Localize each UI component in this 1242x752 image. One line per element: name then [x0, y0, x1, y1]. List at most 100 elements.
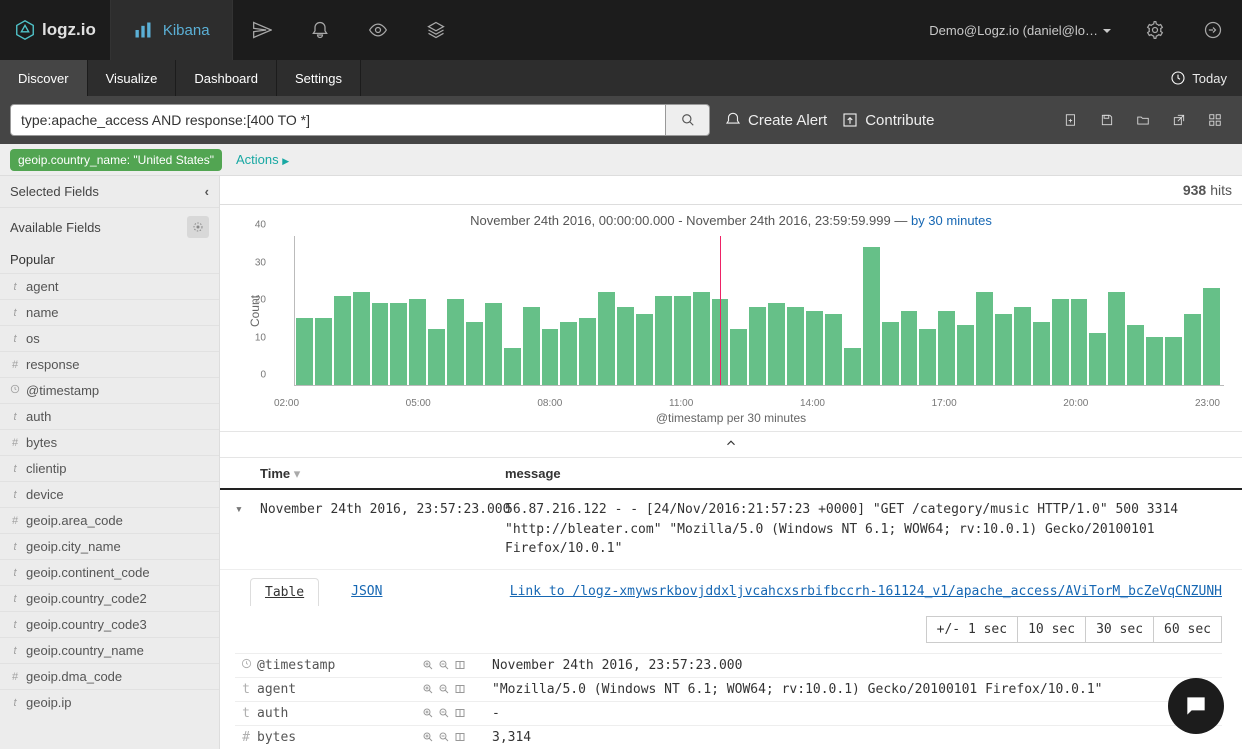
- bar[interactable]: [1146, 337, 1163, 385]
- bar[interactable]: [919, 329, 936, 385]
- sec-1[interactable]: +/- 1 sec: [926, 616, 1018, 643]
- bar[interactable]: [542, 329, 559, 385]
- field-bytes[interactable]: #bytes: [0, 429, 219, 455]
- bar[interactable]: [1108, 292, 1125, 385]
- bar[interactable]: [353, 292, 370, 385]
- bar[interactable]: [655, 296, 672, 385]
- bar[interactable]: [901, 311, 918, 386]
- sort-icon[interactable]: ▾: [294, 466, 301, 481]
- bar[interactable]: [409, 299, 426, 385]
- send-icon[interactable]: [233, 0, 291, 60]
- tab-json[interactable]: JSON: [337, 578, 396, 605]
- bar[interactable]: [296, 318, 313, 385]
- field-geoip.dma_code[interactable]: #geoip.dma_code: [0, 663, 219, 689]
- grid-icon[interactable]: [1208, 113, 1222, 127]
- search-button[interactable]: [666, 104, 710, 136]
- bar[interactable]: [598, 292, 615, 385]
- bar[interactable]: [1127, 325, 1144, 385]
- create-alert-button[interactable]: Create Alert: [724, 111, 827, 129]
- bar[interactable]: [315, 318, 332, 385]
- bar[interactable]: [825, 314, 842, 385]
- chat-widget[interactable]: [1168, 678, 1224, 734]
- bar[interactable]: [863, 247, 880, 385]
- bar[interactable]: [693, 292, 710, 385]
- field-geoip.continent_code[interactable]: tgeoip.continent_code: [0, 559, 219, 585]
- bar[interactable]: [466, 322, 483, 385]
- nav-discover[interactable]: Discover: [0, 60, 88, 96]
- sec-60[interactable]: 60 sec: [1154, 616, 1222, 643]
- bar[interactable]: [995, 314, 1012, 385]
- field-geoip.ip[interactable]: tgeoip.ip: [0, 689, 219, 715]
- bar[interactable]: [617, 307, 634, 385]
- bar[interactable]: [372, 303, 389, 385]
- logo[interactable]: logz.io: [0, 19, 110, 41]
- field-device[interactable]: tdevice: [0, 481, 219, 507]
- doc-permalink[interactable]: Link to /logz-xmywsrkbovjddxljvcahcxsrbi…: [510, 584, 1222, 599]
- logout-icon[interactable]: [1184, 0, 1242, 60]
- field-geoip.country_code3[interactable]: tgeoip.country_code3: [0, 611, 219, 637]
- bar[interactable]: [428, 329, 445, 385]
- bar[interactable]: [1071, 299, 1088, 385]
- nav-settings[interactable]: Settings: [277, 60, 361, 96]
- sec-30[interactable]: 30 sec: [1086, 616, 1154, 643]
- bar[interactable]: [334, 296, 351, 385]
- bar[interactable]: [730, 329, 747, 385]
- app-tab-kibana[interactable]: Kibana: [110, 0, 233, 60]
- bar[interactable]: [938, 311, 955, 386]
- layers-icon[interactable]: [407, 0, 465, 60]
- field-geoip.city_name[interactable]: tgeoip.city_name: [0, 533, 219, 559]
- gear-icon[interactable]: [1126, 0, 1184, 60]
- bar[interactable]: [1052, 299, 1069, 385]
- collapse-chart-toggle[interactable]: [220, 431, 1242, 458]
- bar[interactable]: [674, 296, 691, 385]
- share-icon[interactable]: [1172, 113, 1186, 127]
- field-name[interactable]: tname: [0, 299, 219, 325]
- bar[interactable]: [749, 307, 766, 385]
- sec-10[interactable]: 10 sec: [1018, 616, 1086, 643]
- bar[interactable]: [1033, 322, 1050, 385]
- filter-actions[interactable]: Actions ▶: [236, 152, 289, 167]
- nav-visualize[interactable]: Visualize: [88, 60, 177, 96]
- bar[interactable]: [504, 348, 521, 385]
- tab-table[interactable]: Table: [250, 578, 319, 606]
- expand-row-toggle[interactable]: ▾: [235, 500, 260, 559]
- bar[interactable]: [787, 307, 804, 385]
- bar[interactable]: [447, 299, 464, 385]
- contribute-button[interactable]: Contribute: [841, 111, 934, 129]
- bar[interactable]: [768, 303, 785, 385]
- new-icon[interactable]: [1064, 113, 1078, 127]
- bar[interactable]: [882, 322, 899, 385]
- timepicker[interactable]: Today: [1155, 60, 1242, 96]
- bar[interactable]: [523, 307, 540, 385]
- save-icon[interactable]: [1100, 113, 1114, 127]
- account-menu[interactable]: Demo@Logz.io (daniel@lo…: [914, 23, 1126, 38]
- interval-link[interactable]: by 30 minutes: [911, 213, 992, 228]
- bell-icon[interactable]: [291, 0, 349, 60]
- search-input[interactable]: [10, 104, 666, 136]
- bar[interactable]: [636, 314, 653, 385]
- field-geoip.country_code2[interactable]: tgeoip.country_code2: [0, 585, 219, 611]
- eye-icon[interactable]: [349, 0, 407, 60]
- bar[interactable]: [844, 348, 861, 385]
- field-response[interactable]: #response: [0, 351, 219, 377]
- field-geoip.area_code[interactable]: #geoip.area_code: [0, 507, 219, 533]
- bar[interactable]: [976, 292, 993, 385]
- bar[interactable]: [579, 318, 596, 385]
- bar[interactable]: [957, 325, 974, 385]
- sidebar-collapse-icon[interactable]: ‹: [205, 184, 209, 199]
- field-os[interactable]: tos: [0, 325, 219, 351]
- bar[interactable]: [1165, 337, 1182, 385]
- bar[interactable]: [1184, 314, 1201, 385]
- filter-pill[interactable]: geoip.country_name: "United States": [10, 149, 222, 171]
- field-clientip[interactable]: tclientip: [0, 455, 219, 481]
- field-auth[interactable]: tauth: [0, 403, 219, 429]
- open-icon[interactable]: [1136, 113, 1150, 127]
- bar[interactable]: [560, 322, 577, 385]
- fields-settings-icon[interactable]: [187, 216, 209, 238]
- field-geoip.country_name[interactable]: tgeoip.country_name: [0, 637, 219, 663]
- nav-dashboard[interactable]: Dashboard: [176, 60, 277, 96]
- bar[interactable]: [1089, 333, 1106, 385]
- field-agent[interactable]: tagent: [0, 273, 219, 299]
- bar[interactable]: [1203, 288, 1220, 385]
- bar[interactable]: [806, 311, 823, 386]
